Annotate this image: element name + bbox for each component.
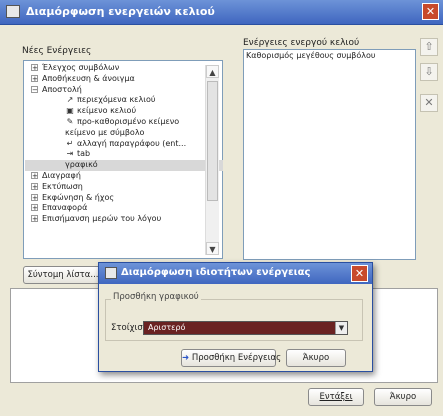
tree-item[interactable]: + Εκτύπωση <box>25 182 223 193</box>
expand-icon[interactable]: + <box>31 204 38 212</box>
ok-button[interactable]: Εντάξει <box>308 388 364 406</box>
arrow-right-icon: ➜ <box>182 353 190 363</box>
tree-item[interactable]: + Αποθήκευση & άνοιγμα <box>25 74 223 85</box>
scroll-up-arrow-icon[interactable]: ▲ <box>206 65 219 78</box>
shortcut-list-button[interactable]: Σύντομη λίστα... <box>23 266 103 284</box>
tree-item-label: κείμενο κελιού <box>77 106 137 116</box>
add-action-button[interactable]: ➜ Προσθήκη Ενέργειας <box>181 349 281 367</box>
add-action-label: Προσθήκη Ενέργειας <box>191 353 282 363</box>
arrow-icon: ↗ <box>66 95 74 105</box>
expand-icon[interactable]: + <box>31 182 38 190</box>
alignment-select[interactable]: Αριστερό ▼ <box>143 321 348 335</box>
app-icon <box>6 5 20 18</box>
active-cell-actions-label: Ενέργειες ενεργού κελιού <box>243 38 360 48</box>
tree-item[interactable]: + Εκφώνηση & ήχος <box>25 193 223 204</box>
scroll-down-arrow-icon[interactable]: ▼ <box>206 242 219 255</box>
cancel-button[interactable]: Άκυρο <box>374 388 432 406</box>
close-icon[interactable]: ✕ <box>422 3 439 20</box>
tree-item-label: αλλαγή παραγράφου (ent... <box>77 138 187 148</box>
tree-item[interactable]: − Αποστολή <box>25 85 223 96</box>
tree-item[interactable]: ↗ περιεχόμενα κελιού <box>25 95 223 106</box>
alignment-value: Αριστερό <box>148 323 186 332</box>
tree-item[interactable]: + Διαγραφή <box>25 171 223 182</box>
tree-item[interactable]: + Επαναφορά <box>25 203 223 214</box>
ok-button-label: Εντάξει <box>319 392 353 402</box>
arrow-up-icon: ⇧ <box>424 40 434 53</box>
action-properties-dialog: Διαμόρφωση ιδιοτήτων ενέργειας ✕ Προσθήκ… <box>98 262 373 372</box>
dialog-title: Διαμόρφωση ιδιοτήτων ενέργειας <box>121 267 311 278</box>
dialog-close-icon[interactable]: ✕ <box>351 265 368 282</box>
tree-item-label: γραφικό <box>65 160 98 170</box>
dialog-app-icon <box>105 267 117 279</box>
remove-button[interactable]: ✕ <box>420 94 438 112</box>
tree-item[interactable]: ▣ κείμενο κελιού <box>25 106 223 117</box>
tab-icon: ⇥ <box>66 149 74 159</box>
tree-item[interactable]: κείμενο με σύμβολο <box>25 128 223 139</box>
tree-item-label: περιεχόμενα κελιού <box>77 95 156 105</box>
tree-item[interactable]: ⇥ tab <box>25 149 223 160</box>
tree-item-label: Έλεγχος συμβόλων <box>42 63 120 72</box>
tree-item-label: Εκτύπωση <box>42 181 83 191</box>
expand-icon[interactable]: + <box>31 193 38 201</box>
tree-item[interactable]: + Επισήμανση μερών του λόγου <box>25 214 223 225</box>
collapse-icon[interactable]: − <box>31 85 38 93</box>
cell-icon: ▣ <box>66 106 74 116</box>
tree-item[interactable]: ↵ αλλαγή παραγράφου (ent... <box>25 139 223 150</box>
window-title: Διαμόρφωση ενεργειών κελιού <box>26 5 215 18</box>
scroll-thumb[interactable] <box>207 81 218 201</box>
tree-item-label: Διαγραφή <box>42 170 81 180</box>
new-actions-tree: + Έλεγχος συμβόλων + Αποθήκευση & άνοιγμα − Α… <box>25 63 223 258</box>
expand-icon[interactable]: + <box>31 64 38 72</box>
paragraph-icon: ↵ <box>66 138 74 148</box>
tree-item[interactable]: γραφικό <box>25 160 223 171</box>
tree-item-label: Αποθήκευση & άνοιγμα <box>42 73 135 83</box>
predefined-text-icon: ✎ <box>66 116 74 126</box>
tree-item[interactable]: ✎ προ-καθορισμένο κείμενο <box>25 117 223 128</box>
add-graphic-group-label: Προσθήκη γραφικού <box>111 292 201 302</box>
move-up-button[interactable]: ⇧ <box>420 38 438 56</box>
tree-item-label: Εκφώνηση & ήχος <box>42 192 115 202</box>
tree-item-label: tab <box>77 149 91 159</box>
dialog-cancel-button[interactable]: Άκυρο <box>286 349 346 367</box>
x-icon: ✕ <box>424 96 434 109</box>
tree-item-label: Αποστολή <box>42 84 82 94</box>
active-cell-actions-list[interactable]: Καθορισμός μεγέθους συμβόλου <box>243 49 416 260</box>
cell-actions-window: Διαμόρφωση ενεργειών κελιού ✕ Νέες Ενέργ… <box>0 0 443 416</box>
tree-scrollbar[interactable]: ▲ ▼ <box>205 65 219 255</box>
tree-item-label: κείμενο με σύμβολο <box>65 127 145 137</box>
expand-icon[interactable]: + <box>31 74 38 82</box>
tree-item-label: προ-καθορισμένο κείμενο <box>77 116 180 126</box>
move-down-button[interactable]: ⇩ <box>420 63 438 81</box>
tree-item-label: Επαναφορά <box>42 203 88 213</box>
new-actions-label: Νέες Ενέργειες <box>22 46 92 56</box>
dialog-title-bar[interactable]: Διαμόρφωση ιδιοτήτων ενέργειας ✕ <box>99 263 372 284</box>
tree-item[interactable]: + Έλεγχος συμβόλων <box>25 63 223 74</box>
expand-icon[interactable]: + <box>31 171 38 179</box>
list-item[interactable]: Καθορισμός μεγέθους συμβόλου <box>246 51 376 60</box>
expand-icon[interactable]: + <box>31 215 38 223</box>
title-bar[interactable]: Διαμόρφωση ενεργειών κελιού ✕ <box>0 0 443 25</box>
tree-item-label: Επισήμανση μερών του λόγου <box>42 214 162 224</box>
chevron-down-icon[interactable]: ▼ <box>335 322 347 334</box>
arrow-down-icon: ⇩ <box>424 65 434 78</box>
